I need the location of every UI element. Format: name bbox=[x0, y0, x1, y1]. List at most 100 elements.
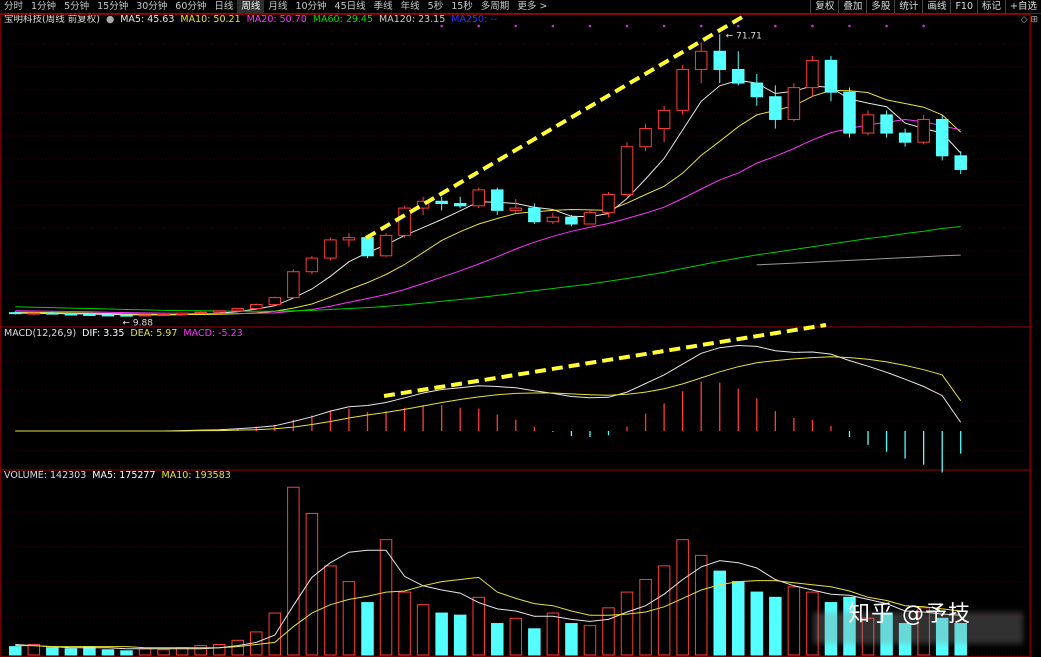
candle-body bbox=[935, 118, 949, 157]
toolbar-button-2[interactable]: 多股 bbox=[866, 0, 894, 13]
timeframe-tab-9[interactable]: 10分钟 bbox=[291, 0, 330, 13]
candle-body bbox=[713, 50, 726, 70]
candle-body bbox=[657, 109, 671, 130]
signal-dot bbox=[588, 24, 592, 28]
volume-bar bbox=[509, 617, 523, 656]
macd-dif-line bbox=[15, 344, 962, 432]
timeframe-tab-15[interactable]: 多周期 bbox=[477, 0, 514, 13]
candle-body bbox=[101, 314, 115, 317]
volume-bar bbox=[676, 539, 689, 656]
candle-body bbox=[379, 234, 393, 257]
timeframe-tab-6[interactable]: 日线 bbox=[210, 0, 237, 13]
timeframe-tab-11[interactable]: 季线 bbox=[370, 0, 397, 13]
candle-body bbox=[324, 239, 337, 259]
candle-body bbox=[843, 91, 856, 134]
timeframe-tab-7[interactable]: 周线 bbox=[237, 0, 265, 13]
volume-bar bbox=[138, 648, 152, 656]
timeframe-tab-16[interactable]: 更多 > bbox=[513, 0, 551, 13]
timeframe-tab-8[interactable]: 月线 bbox=[264, 0, 291, 13]
timeframe-tab-10[interactable]: 45日线 bbox=[331, 0, 370, 13]
toolbar-button-1[interactable]: 叠加 bbox=[838, 0, 866, 13]
timeframe-tab-3[interactable]: 15分钟 bbox=[93, 0, 132, 13]
watermark-text: 知乎 @予技 bbox=[848, 602, 971, 627]
ma-line-ma20 bbox=[15, 118, 961, 314]
signal-dot bbox=[774, 24, 777, 28]
candle-body bbox=[787, 87, 801, 120]
signal-dot bbox=[848, 24, 851, 28]
candle-body bbox=[583, 212, 597, 225]
timeframe-tab-4[interactable]: 30分钟 bbox=[132, 0, 171, 13]
candle-body bbox=[120, 314, 133, 317]
timeframe-tab-0[interactable]: 分时 bbox=[0, 0, 27, 13]
candle-body bbox=[509, 207, 523, 211]
candle-body bbox=[806, 59, 819, 89]
volume-bar bbox=[620, 591, 634, 656]
candle-body bbox=[27, 312, 41, 315]
timeframe-tab-13[interactable]: 5秒 bbox=[424, 0, 448, 13]
signal-dot bbox=[551, 24, 555, 28]
candle-body bbox=[342, 237, 356, 241]
candle-body bbox=[732, 68, 745, 84]
candle-body bbox=[546, 216, 560, 223]
volume-bar bbox=[101, 649, 115, 656]
signal-dot bbox=[625, 24, 629, 28]
volume-bar bbox=[416, 604, 430, 656]
ma-line-ma5 bbox=[15, 79, 962, 316]
volume-bar bbox=[64, 648, 78, 656]
toolbar-button-0[interactable]: 复权 bbox=[810, 0, 838, 13]
volume-bar bbox=[361, 602, 374, 656]
volume-bar bbox=[639, 579, 652, 656]
volume-bar bbox=[732, 581, 745, 656]
high-price-label: ← 71.71 bbox=[726, 31, 762, 41]
volume-bar bbox=[453, 614, 467, 656]
candle-body bbox=[83, 313, 96, 316]
candle-body bbox=[361, 237, 374, 257]
candle-body bbox=[435, 200, 448, 205]
signal-dot bbox=[736, 24, 740, 28]
volume-bar bbox=[694, 554, 708, 656]
signal-dot bbox=[514, 24, 518, 28]
volume-bar bbox=[379, 539, 393, 656]
toolbar-button-5[interactable]: F10 bbox=[950, 0, 977, 13]
candle-body bbox=[287, 271, 300, 299]
volume-bar bbox=[657, 565, 671, 656]
candle-body bbox=[250, 303, 263, 310]
candle-body bbox=[212, 310, 226, 313]
candle-body bbox=[491, 189, 504, 211]
volume-bar bbox=[342, 581, 356, 656]
volume-bar bbox=[546, 612, 560, 656]
signal-dot bbox=[699, 24, 703, 28]
timeframe-tab-2[interactable]: 5分钟 bbox=[60, 0, 93, 13]
volume-bar bbox=[231, 639, 244, 656]
toolbar-button-6[interactable]: 标记 bbox=[977, 0, 1005, 13]
candle-body bbox=[305, 257, 319, 273]
toolbar-button-4[interactable]: 画线 bbox=[922, 0, 950, 13]
candle-body bbox=[898, 132, 912, 143]
signal-dot bbox=[922, 24, 925, 28]
signal-dot bbox=[811, 24, 814, 28]
volume-bar bbox=[472, 596, 485, 656]
timeframe-tab-12[interactable]: 年线 bbox=[397, 0, 424, 13]
candle-body bbox=[880, 114, 893, 134]
kline-chart[interactable]: ← 71.71 ← 9.88 bbox=[0, 14, 1041, 657]
volume-bar bbox=[324, 565, 337, 656]
toolbar-button-3[interactable]: 统计 bbox=[894, 0, 922, 13]
candle-body bbox=[157, 313, 170, 316]
candle-body bbox=[676, 68, 689, 111]
timeframe-tab-5[interactable]: 60分钟 bbox=[171, 0, 210, 13]
timeframe-tab-14[interactable]: 15秒 bbox=[447, 0, 477, 13]
signal-dot bbox=[477, 24, 481, 28]
candle-body bbox=[138, 314, 152, 317]
candle-body bbox=[954, 155, 967, 170]
candle-body bbox=[472, 189, 485, 207]
candle-body bbox=[565, 216, 578, 225]
toolbar-button-7[interactable]: +自选 bbox=[1005, 0, 1041, 13]
low-price-label: ← 9.88 bbox=[123, 318, 154, 328]
candle-body bbox=[398, 207, 411, 236]
volume-bar bbox=[9, 646, 22, 656]
timeframe-tab-1[interactable]: 1分钟 bbox=[27, 0, 60, 13]
candle-body bbox=[528, 207, 541, 223]
chart-frame bbox=[0, 14, 1031, 657]
candle-body bbox=[639, 128, 652, 148]
candle-body bbox=[175, 312, 189, 315]
